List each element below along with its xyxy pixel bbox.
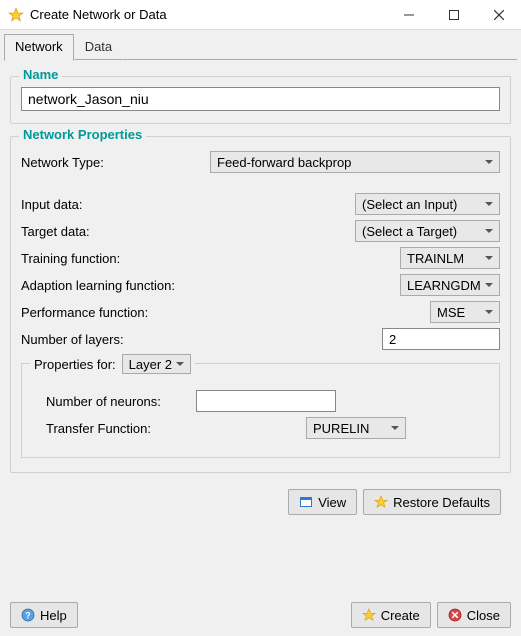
help-icon: ?: [21, 608, 35, 622]
transfer-function-select[interactable]: PURELIN: [306, 417, 406, 439]
training-function-label: Training function:: [21, 251, 120, 266]
window-controls: [386, 0, 521, 30]
transfer-function-value: PURELIN: [313, 421, 369, 436]
restore-defaults-button[interactable]: Restore Defaults: [363, 489, 501, 515]
network-name-input[interactable]: [21, 87, 500, 111]
group-props-title: Network Properties: [19, 127, 146, 142]
close-window-button[interactable]: [476, 0, 521, 30]
close-button[interactable]: Close: [437, 602, 511, 628]
create-star-icon: [362, 608, 376, 622]
num-layers-input[interactable]: 2: [382, 328, 500, 350]
target-data-value: (Select a Target): [362, 224, 457, 239]
tab-network-label: Network: [15, 39, 63, 54]
group-layer-properties: Properties for: Layer 2 Number of neuron…: [21, 363, 500, 458]
layer-select[interactable]: Layer 2: [122, 354, 191, 374]
view-button[interactable]: View: [288, 489, 357, 515]
close-icon: [448, 608, 462, 622]
input-data-select[interactable]: (Select an Input): [355, 193, 500, 215]
num-layers-value: 2: [389, 332, 396, 347]
app-star-icon: [8, 7, 24, 23]
network-type-value: Feed-forward backprop: [217, 155, 351, 170]
help-button[interactable]: ? Help: [10, 602, 78, 628]
network-type-select[interactable]: Feed-forward backprop: [210, 151, 500, 173]
close-label: Close: [467, 608, 500, 623]
performance-function-select[interactable]: MSE: [430, 301, 500, 323]
transfer-function-label: Transfer Function:: [46, 421, 196, 436]
target-data-select[interactable]: (Select a Target): [355, 220, 500, 242]
minimize-button[interactable]: [386, 0, 431, 30]
tab-data[interactable]: Data: [74, 34, 123, 60]
group-network-properties: Network Properties Network Type: Feed-fo…: [10, 136, 511, 473]
training-function-select[interactable]: TRAINLM: [400, 247, 500, 269]
performance-function-label: Performance function:: [21, 305, 148, 320]
network-type-label: Network Type:: [21, 155, 104, 170]
maximize-button[interactable]: [431, 0, 476, 30]
layer-select-value: Layer 2: [129, 357, 172, 372]
view-icon: [299, 495, 313, 509]
input-data-label: Input data:: [21, 197, 82, 212]
create-button[interactable]: Create: [351, 602, 431, 628]
create-label: Create: [381, 608, 420, 623]
help-label: Help: [40, 608, 67, 623]
target-data-label: Target data:: [21, 224, 90, 239]
tab-rule: [123, 34, 517, 60]
footer-bar: ? Help Create Close: [0, 602, 521, 628]
titlebar: Create Network or Data: [0, 0, 521, 30]
num-neurons-input[interactable]: [196, 390, 336, 412]
adaption-function-value: LEARNGDM: [407, 278, 481, 293]
layer-props-title: Properties for:: [34, 357, 116, 372]
input-data-value: (Select an Input): [362, 197, 457, 212]
adaption-function-select[interactable]: LEARNGDM: [400, 274, 500, 296]
restore-star-icon: [374, 495, 388, 509]
view-label: View: [318, 495, 346, 510]
svg-text:?: ?: [25, 611, 31, 621]
tab-network[interactable]: Network: [4, 34, 74, 61]
tab-bar: Network Data: [0, 30, 521, 60]
tab-data-label: Data: [85, 39, 112, 54]
training-function-value: TRAINLM: [407, 251, 464, 266]
window-title: Create Network or Data: [30, 7, 167, 22]
group-name: Name: [10, 76, 511, 124]
adaption-function-label: Adaption learning function:: [21, 278, 175, 293]
content-area: Name Network Properties Network Type: Fe…: [0, 60, 521, 527]
performance-function-value: MSE: [437, 305, 465, 320]
button-row-middle: View Restore Defaults: [10, 485, 511, 519]
group-name-title: Name: [19, 67, 62, 82]
num-neurons-label: Number of neurons:: [46, 394, 196, 409]
num-layers-label: Number of layers:: [21, 332, 124, 347]
restore-label: Restore Defaults: [393, 495, 490, 510]
